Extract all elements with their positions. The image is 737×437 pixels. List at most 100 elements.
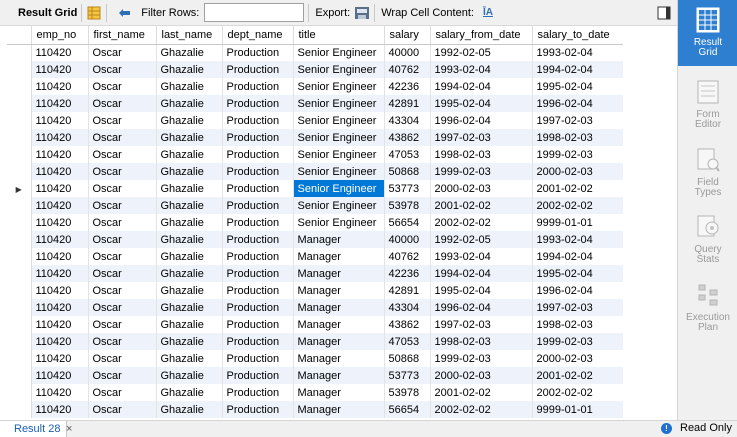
- table-row[interactable]: 110420 Oscar Ghazalie Production Senior Engi…: [7, 95, 623, 112]
- cell-first-name[interactable]: Oscar: [88, 61, 157, 78]
- cell-title[interactable]: Senior Engineer: [293, 129, 385, 146]
- column-header-last-name[interactable]: last_name: [156, 26, 223, 45]
- cell-last-name[interactable]: Ghazalie: [156, 367, 223, 384]
- cell-emp-no[interactable]: 110420: [31, 95, 89, 112]
- cell-salary[interactable]: 43862: [384, 129, 431, 146]
- table-row[interactable]: 110420 Oscar Ghazalie Production Senior Engi…: [7, 214, 623, 231]
- cell-dept-name[interactable]: Production: [222, 231, 294, 248]
- cell-salary[interactable]: 42891: [384, 95, 431, 112]
- row-header[interactable]: [7, 231, 32, 248]
- cell-salary-to-date[interactable]: 2001-02-02: [532, 367, 623, 384]
- cell-last-name[interactable]: Ghazalie: [156, 112, 223, 129]
- cell-salary-to-date[interactable]: 1998-02-03: [532, 129, 623, 146]
- cell-first-name[interactable]: Oscar: [88, 316, 157, 333]
- table-row[interactable]: 110420 Oscar Ghazalie Production Senior Engi…: [7, 44, 623, 61]
- cell-salary-to-date[interactable]: 1996-02-04: [532, 95, 623, 112]
- cell-dept-name[interactable]: Production: [222, 282, 294, 299]
- cell-first-name[interactable]: Oscar: [88, 44, 157, 61]
- table-row[interactable]: 110420 Oscar Ghazalie Production Senior Engi…: [7, 61, 623, 78]
- cell-title[interactable]: Manager: [293, 367, 385, 384]
- panel-toggle-icon[interactable]: [656, 5, 672, 21]
- cell-first-name[interactable]: Oscar: [88, 350, 157, 367]
- cell-last-name[interactable]: Ghazalie: [156, 214, 223, 231]
- cell-first-name[interactable]: Oscar: [88, 214, 157, 231]
- column-header-salary-to-date[interactable]: salary_to_date: [532, 26, 623, 45]
- cell-salary[interactable]: 40000: [384, 44, 431, 61]
- cell-salary-from-date[interactable]: 1999-02-03: [430, 163, 533, 180]
- cell-emp-no[interactable]: 110420: [31, 197, 89, 214]
- cell-salary-to-date[interactable]: 1997-02-03: [532, 112, 623, 129]
- cell-first-name[interactable]: Oscar: [88, 265, 157, 282]
- cell-salary-from-date[interactable]: 2000-02-03: [430, 180, 533, 197]
- cell-title[interactable]: Manager: [293, 248, 385, 265]
- cell-emp-no[interactable]: 110420: [31, 282, 89, 299]
- table-row[interactable]: 110420 Oscar Ghazalie Production Senior Engi…: [7, 197, 623, 214]
- cell-dept-name[interactable]: Production: [222, 248, 294, 265]
- cell-salary-to-date[interactable]: 1996-02-04: [532, 282, 623, 299]
- table-row[interactable]: 110420 Oscar Ghazalie Production Senior Engi…: [7, 129, 623, 146]
- table-row[interactable]: 110420 Oscar Ghazalie Production Senior Engi…: [7, 112, 623, 129]
- cell-salary[interactable]: 40000: [384, 231, 431, 248]
- column-header-dept-name[interactable]: dept_name: [222, 26, 294, 45]
- result-grid-panel-button[interactable]: Result Grid: [678, 0, 737, 66]
- cell-salary[interactable]: 43862: [384, 316, 431, 333]
- cell-last-name[interactable]: Ghazalie: [156, 78, 223, 95]
- cell-dept-name[interactable]: Production: [222, 78, 294, 95]
- cell-dept-name[interactable]: Production: [222, 95, 294, 112]
- cell-dept-name[interactable]: Production: [222, 316, 294, 333]
- row-header[interactable]: [7, 299, 32, 316]
- cell-salary-from-date[interactable]: 2001-02-02: [430, 197, 533, 214]
- cell-salary-to-date[interactable]: 1995-02-04: [532, 78, 623, 95]
- table-row[interactable]: 110420 Oscar Ghazalie Production Senior Engi…: [7, 146, 623, 163]
- cell-salary[interactable]: 40762: [384, 61, 431, 78]
- cell-salary-from-date[interactable]: 1992-02-05: [430, 231, 533, 248]
- cell-dept-name[interactable]: Production: [222, 180, 294, 197]
- cell-salary[interactable]: 53773: [384, 180, 431, 197]
- close-tab-icon[interactable]: ×: [66, 423, 72, 435]
- cell-salary-to-date[interactable]: 9999-01-01: [532, 401, 623, 418]
- cell-dept-name[interactable]: Production: [222, 44, 294, 61]
- cell-salary[interactable]: 42236: [384, 78, 431, 95]
- cell-salary-from-date[interactable]: 1999-02-03: [430, 350, 533, 367]
- cell-emp-no[interactable]: 110420: [31, 180, 89, 197]
- cell-last-name[interactable]: Ghazalie: [156, 282, 223, 299]
- table-row[interactable]: 110420 Oscar Ghazalie Production Senior Engi…: [7, 78, 623, 95]
- cell-salary[interactable]: 42891: [384, 282, 431, 299]
- table-row[interactable]: 110420 Oscar Ghazalie Production Manager 5086…: [7, 350, 623, 367]
- cell-last-name[interactable]: Ghazalie: [156, 180, 223, 197]
- cell-emp-no[interactable]: 110420: [31, 112, 89, 129]
- cell-dept-name[interactable]: Production: [222, 163, 294, 180]
- cell-first-name[interactable]: Oscar: [88, 163, 157, 180]
- cell-title[interactable]: Senior Engineer: [293, 95, 385, 112]
- cell-salary[interactable]: 56654: [384, 401, 431, 418]
- cell-salary[interactable]: 50868: [384, 350, 431, 367]
- row-header[interactable]: [7, 95, 32, 112]
- cell-title[interactable]: Senior Engineer: [293, 214, 385, 231]
- row-header[interactable]: [7, 350, 32, 367]
- row-header[interactable]: [7, 333, 32, 350]
- cell-salary-to-date[interactable]: 2000-02-03: [532, 163, 623, 180]
- cell-salary-from-date[interactable]: 1997-02-03: [430, 129, 533, 146]
- cell-last-name[interactable]: Ghazalie: [156, 248, 223, 265]
- cell-title[interactable]: Senior Engineer: [293, 146, 385, 163]
- column-header-salary[interactable]: salary: [384, 26, 431, 45]
- query-stats-panel-button[interactable]: Query Stats: [678, 207, 737, 273]
- cell-emp-no[interactable]: 110420: [31, 265, 89, 282]
- cell-dept-name[interactable]: Production: [222, 401, 294, 418]
- cell-emp-no[interactable]: 110420: [31, 78, 89, 95]
- cell-dept-name[interactable]: Production: [222, 146, 294, 163]
- cell-dept-name[interactable]: Production: [222, 299, 294, 316]
- row-header[interactable]: [7, 44, 32, 61]
- cell-emp-no[interactable]: 110420: [31, 316, 89, 333]
- cell-title[interactable]: Manager: [293, 299, 385, 316]
- row-header[interactable]: [7, 401, 32, 418]
- wrap-cell-icon[interactable]: ĪA: [480, 5, 496, 21]
- cell-salary-to-date[interactable]: 2002-02-02: [532, 197, 623, 214]
- table-row[interactable]: 110420 Oscar Ghazalie Production Manager 4386…: [7, 316, 623, 333]
- cell-title[interactable]: Senior Engineer: [293, 112, 385, 129]
- cell-salary-from-date[interactable]: 1994-02-04: [430, 265, 533, 282]
- cell-salary-to-date[interactable]: 1998-02-03: [532, 316, 623, 333]
- cell-dept-name[interactable]: Production: [222, 350, 294, 367]
- cell-last-name[interactable]: Ghazalie: [156, 61, 223, 78]
- cell-title[interactable]: Senior Engineer: [293, 197, 385, 214]
